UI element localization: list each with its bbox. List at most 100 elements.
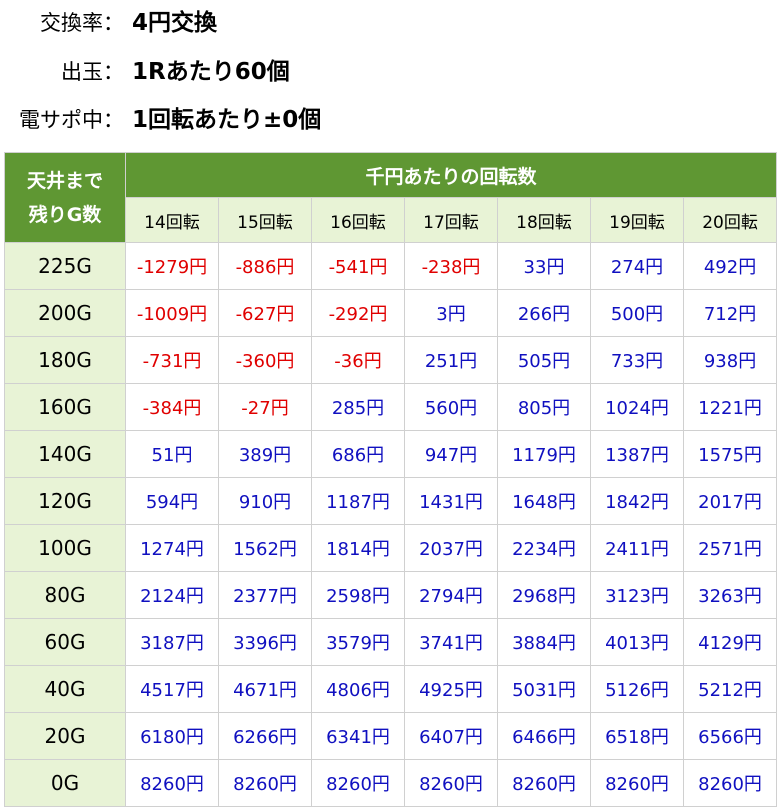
row-label: 225G [4, 242, 126, 290]
value-cell: 1221円 [682, 383, 777, 431]
value-cell: 3741円 [404, 618, 498, 666]
value-cell: 4013円 [590, 618, 684, 666]
column-header: 15回転 [218, 197, 312, 243]
value-cell: 2571円 [682, 524, 777, 572]
value-cell: 8260円 [682, 759, 777, 807]
row-label: 0G [4, 759, 126, 807]
value-cell: 733円 [590, 336, 684, 384]
value-cell: 1179円 [497, 430, 591, 478]
table-row: 60G 3187円 3396円 3579円 3741円 3884円 4013円 4129円 [4, 618, 777, 666]
row-label: 40G [4, 665, 126, 713]
value-cell: 8260円 [590, 759, 684, 807]
value-cell: 2794円 [404, 571, 498, 619]
expected-value-table: 天井まで 残りG数 千円あたりの回転数 14回転 15回転 16回転 17回転 18回転… [4, 152, 777, 807]
value-cell: 3263円 [682, 571, 777, 619]
table-row: 140G 51円 389円 686円 947円 1179円 1387円 1575円 [4, 430, 777, 478]
corner-line-2: 残りG数 [28, 203, 102, 226]
column-header: 16回転 [311, 197, 405, 243]
value-cell: 6518円 [590, 712, 684, 760]
value-cell: 686円 [311, 430, 405, 478]
row-label: 100G [4, 524, 126, 572]
value-cell: 285円 [311, 383, 405, 431]
value-cell: 3579円 [311, 618, 405, 666]
value-cell: 33円 [497, 242, 591, 290]
value-cell: 5126円 [590, 665, 684, 713]
payout-row: 出玉： 1Rあたり60個 [0, 52, 777, 92]
value-cell: 1814円 [311, 524, 405, 572]
value-cell: 712円 [682, 289, 777, 337]
value-cell: 560円 [404, 383, 498, 431]
value-cell: 1274円 [125, 524, 219, 572]
ceiling-remaining-header: 天井まで 残りG数 [4, 152, 126, 243]
value-cell: 6266円 [218, 712, 312, 760]
value-cell: -27円 [218, 383, 312, 431]
value-cell: -1279円 [125, 242, 219, 290]
value-cell: -731円 [125, 336, 219, 384]
table-row: 0G 8260円 8260円 8260円 8260円 8260円 8260円 8260円 [4, 759, 777, 807]
table-row: 40G 4517円 4671円 4806円 4925円 5031円 5126円 5212円 [4, 665, 777, 713]
exchange-rate-label: 交換率： [40, 11, 124, 35]
value-cell: 2017円 [682, 477, 777, 525]
value-cell: -384円 [125, 383, 219, 431]
spins-per-thousand-header: 千円あたりの回転数 [124, 152, 777, 198]
value-cell: 1575円 [682, 430, 777, 478]
value-cell: 500円 [590, 289, 684, 337]
value-cell: 1648円 [497, 477, 591, 525]
value-cell: 2411円 [590, 524, 684, 572]
table-row: 100G 1274円 1562円 1814円 2037円 2234円 2411円 2571円 [4, 524, 777, 572]
column-header: 19回転 [590, 197, 684, 243]
value-cell: 6566円 [682, 712, 777, 760]
support-value: 1回転あたり±0個 [132, 107, 322, 133]
value-cell: 6466円 [497, 712, 591, 760]
value-cell: 4671円 [218, 665, 312, 713]
exchange-rate-value: 4円交換 [132, 10, 218, 36]
info-section: 交換率： 4円交換 出玉： 1Rあたり60個 電サポ中： 1回転あたり±0個 [0, 0, 777, 150]
corner-line-1: 天井まで [26, 169, 103, 192]
value-cell: 4517円 [125, 665, 219, 713]
value-cell: 4806円 [311, 665, 405, 713]
value-cell: 2037円 [404, 524, 498, 572]
value-cell: 3円 [404, 289, 498, 337]
table-row: 200G -1009円 -627円 -292円 3円 266円 500円 712円 [4, 289, 777, 337]
value-cell: 6407円 [404, 712, 498, 760]
value-cell: 8260円 [311, 759, 405, 807]
value-cell: 505円 [497, 336, 591, 384]
value-cell: 8260円 [218, 759, 312, 807]
row-label: 120G [4, 477, 126, 525]
value-cell: -292円 [311, 289, 405, 337]
value-cell: -541円 [311, 242, 405, 290]
row-label: 20G [4, 712, 126, 760]
table-row: 225G -1279円 -886円 -541円 -238円 33円 274円 492円 [4, 242, 777, 290]
value-cell: 4129円 [682, 618, 777, 666]
exchange-rate-row: 交換率： 4円交換 [0, 3, 777, 43]
value-cell: 910円 [218, 477, 312, 525]
row-label: 60G [4, 618, 126, 666]
support-row: 電サポ中： 1回転あたり±0個 [0, 100, 777, 140]
row-label: 140G [4, 430, 126, 478]
row-label: 80G [4, 571, 126, 619]
value-cell: -238円 [404, 242, 498, 290]
value-cell: -360円 [218, 336, 312, 384]
value-cell: 266円 [497, 289, 591, 337]
value-cell: 2968円 [497, 571, 591, 619]
column-header: 20回転 [682, 197, 777, 243]
value-cell: 947円 [404, 430, 498, 478]
value-cell: 2598円 [311, 571, 405, 619]
table-row: 160G -384円 -27円 285円 560円 805円 1024円 1221円 [4, 383, 777, 431]
value-cell: 2234円 [497, 524, 591, 572]
value-cell: 3884円 [497, 618, 591, 666]
value-cell: 8260円 [125, 759, 219, 807]
payout-value: 1Rあたり60個 [132, 59, 290, 85]
value-cell: 1024円 [590, 383, 684, 431]
value-cell: 5212円 [682, 665, 777, 713]
value-cell: 594円 [125, 477, 219, 525]
value-cell: 8260円 [497, 759, 591, 807]
table-body: 225G -1279円 -886円 -541円 -238円 33円 274円 492円 200G… [4, 242, 777, 807]
row-label: 160G [4, 383, 126, 431]
value-cell: 5031円 [497, 665, 591, 713]
value-cell: 6180円 [125, 712, 219, 760]
value-cell: 2124円 [125, 571, 219, 619]
value-cell: 1387円 [590, 430, 684, 478]
value-cell: 938円 [682, 336, 777, 384]
value-cell: 3187円 [125, 618, 219, 666]
